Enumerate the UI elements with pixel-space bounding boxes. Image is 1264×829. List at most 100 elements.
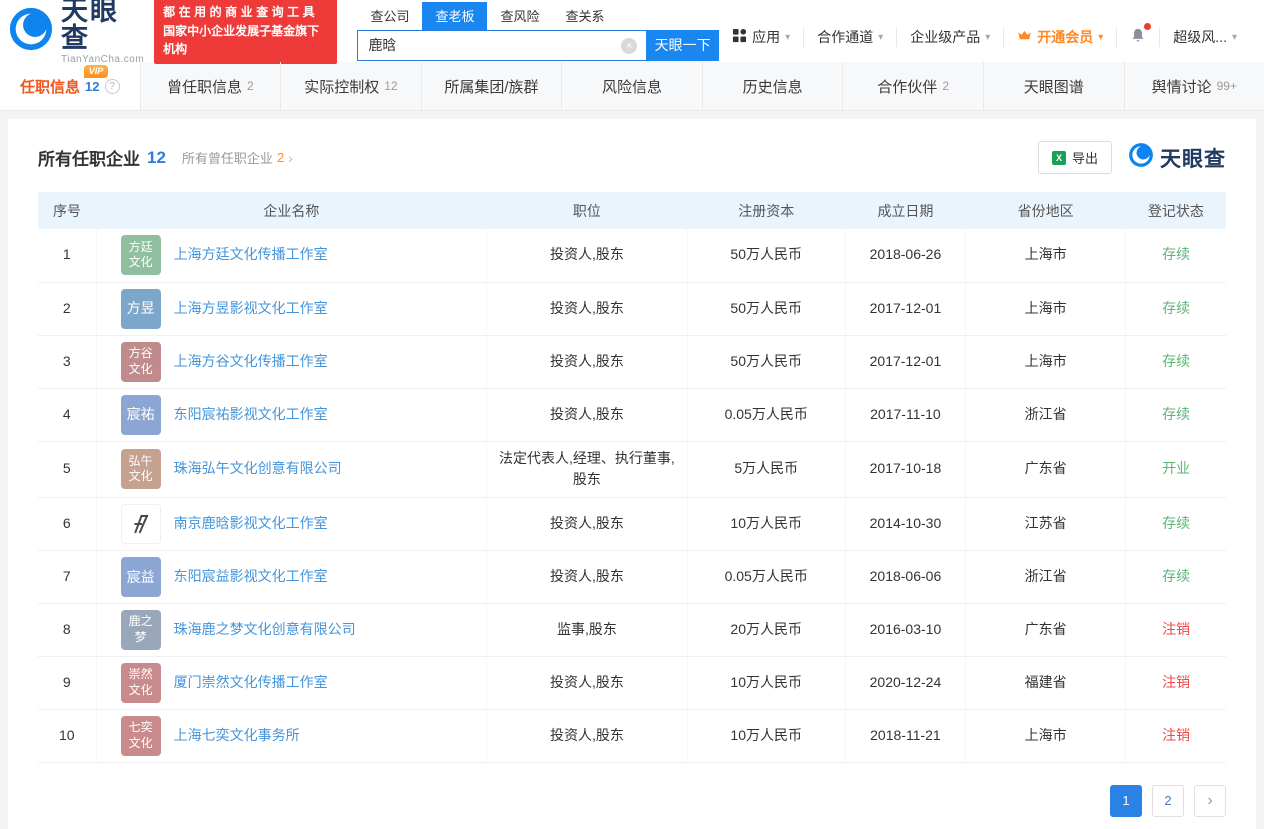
column-header: 职位 <box>486 192 688 229</box>
apps-grid-icon <box>732 28 747 46</box>
export-button[interactable]: X 导出 <box>1037 141 1112 174</box>
positions-card: 所有任职企业 12 所有曾任职企业 2 › X 导出 天眼查 序号 企业名称 职位注… <box>8 119 1256 829</box>
nav-item-label: 超级风... <box>1173 29 1227 45</box>
row-index: 4 <box>38 388 97 442</box>
notifications-bell[interactable] <box>1116 23 1159 47</box>
capital-cell: 10万人民币 <box>687 709 846 763</box>
top-nav: 应用 ▾ 合作通道 ▾ 企业级产品 ▾ 开通会员 ▾ 超级风... ▾ <box>719 23 1250 47</box>
search-tab[interactable]: 查关系 <box>552 2 617 30</box>
nav-item-label: 应用 <box>752 29 781 45</box>
company-logo: 宸祐 <box>120 394 161 435</box>
province-cell: 福建省 <box>965 656 1127 710</box>
search-tab[interactable]: 查风险 <box>487 2 552 30</box>
tab-item[interactable]: 曾任职信息 2 <box>141 62 282 110</box>
row-index: 2 <box>38 282 97 336</box>
province-cell: 广东省 <box>965 441 1127 498</box>
promo-badge: 都在用的商业查询工具 国家中小企业发展子基金旗下机构 <box>154 0 338 64</box>
company-logo: 鹿之梦 <box>120 609 161 650</box>
status-badge: 存续 <box>1162 405 1191 422</box>
company-link[interactable]: 珠海鹿之梦文化创意有限公司 <box>174 619 356 641</box>
position-cell: 投资人,股东 <box>486 282 688 336</box>
help-icon[interactable]: ? <box>104 78 120 94</box>
province-cell: 上海市 <box>965 335 1127 389</box>
position-cell: 监事,股东 <box>486 603 688 657</box>
tab-count-badge: 99+ <box>1216 79 1237 93</box>
chevron-down-icon: ▾ <box>1098 31 1104 43</box>
row-index: 10 <box>38 709 97 763</box>
tab-item[interactable]: 实际控制权 12 <box>281 62 422 110</box>
tab-item[interactable]: 所属集团/族群 <box>422 62 563 110</box>
tab-current-positions[interactable]: 任职信息 12? VIP <box>0 62 141 110</box>
tab-label: 任职信息 <box>20 78 81 96</box>
company-link[interactable]: 厦门崇然文化传播工作室 <box>174 672 328 694</box>
chevron-down-icon: ▾ <box>785 31 791 43</box>
established-date-cell: 2017-12-01 <box>845 282 967 336</box>
table-row: 10 七奕 文化 上海七奕文化事务所 投资人,股东 10万人民币 2018-11-21 上海市… <box>38 709 1226 763</box>
search-input[interactable] <box>357 29 647 61</box>
chevron-right-icon: › <box>288 149 293 166</box>
capital-cell: 50万人民币 <box>687 282 846 336</box>
tab-item[interactable]: 历史信息 <box>703 62 844 110</box>
crown-icon <box>1017 29 1032 45</box>
tab-item[interactable]: 天眼图谱 <box>984 62 1125 110</box>
table-row: 1 方廷 文化 上海方廷文化传播工作室 投资人,股东 50万人民币 2018-06-26 上海… <box>38 229 1226 283</box>
chevron-down-icon: ▾ <box>1231 31 1237 43</box>
tab-count-badge: 12 <box>384 79 398 93</box>
tab-item[interactable]: 风险信息 <box>562 62 703 110</box>
nav-item[interactable]: 合作通道 ▾ <box>803 27 896 47</box>
column-header: 登记状态 <box>1125 192 1226 229</box>
capital-cell: 20万人民币 <box>687 603 846 657</box>
table-row: 9 崇然 文化 厦门崇然文化传播工作室 投资人,股东 10万人民币 2020-12-24 福建… <box>38 656 1226 710</box>
tab-label: 合作伙伴 <box>877 78 938 96</box>
province-cell: 江苏省 <box>965 497 1127 551</box>
tab-count-badge: 2 <box>247 79 254 93</box>
company-logo: 方昱 <box>120 288 161 329</box>
next-page-button[interactable]: › <box>1194 784 1226 817</box>
company-link[interactable]: 上海方昱影视文化工作室 <box>174 298 328 320</box>
tab-item[interactable]: 舆情讨论 99+ <box>1125 62 1264 110</box>
search-button[interactable]: 天眼一下 <box>646 29 720 61</box>
page-button[interactable]: 2 <box>1152 784 1184 817</box>
company-link[interactable]: 南京鹿晗影视文化工作室 <box>174 513 328 535</box>
chevron-down-icon: ▾ <box>878 31 884 43</box>
tab-label: 舆情讨论 <box>1151 78 1212 96</box>
tab-label: 曾任职信息 <box>166 78 242 96</box>
company-link[interactable]: 东阳宸益影视文化工作室 <box>174 566 328 588</box>
nav-item[interactable]: 企业级产品 ▾ <box>896 27 1003 47</box>
company-link[interactable]: 上海方廷文化传播工作室 <box>174 244 328 266</box>
company-link[interactable]: 上海方谷文化传播工作室 <box>174 351 328 373</box>
company-link[interactable]: 上海七奕文化事务所 <box>174 725 300 747</box>
company-link[interactable]: 东阳宸祐影视文化工作室 <box>174 404 328 426</box>
clear-icon[interactable]: × <box>621 37 638 54</box>
capital-cell: 10万人民币 <box>687 497 846 551</box>
established-date-cell: 2018-06-06 <box>845 550 967 604</box>
capital-cell: 0.05万人民币 <box>687 550 846 604</box>
tab-item[interactable]: 合作伙伴 2 <box>843 62 984 110</box>
table-row: 7 宸益 东阳宸益影视文化工作室 投资人,股东 0.05万人民币 2018-06-06 浙江… <box>38 550 1226 604</box>
status-badge: 存续 <box>1162 568 1191 585</box>
tab-count-badge: 2 <box>942 79 949 93</box>
province-cell: 上海市 <box>965 229 1127 283</box>
positions-table: 序号 企业名称 职位 注册资本 成立日期 省份地区 登记状态 1 方廷 文化 上海方廷文化传播工作… <box>38 192 1226 763</box>
page-button[interactable]: 1 <box>1110 784 1142 817</box>
tab-label: 历史信息 <box>742 78 803 96</box>
established-date-cell: 2017-10-18 <box>845 441 967 498</box>
nav-item[interactable]: 开通会员 ▾ <box>1003 27 1116 47</box>
province-cell: 上海市 <box>965 282 1127 336</box>
nav-item[interactable]: 应用 ▾ <box>719 27 803 47</box>
former-positions-link[interactable]: 所有曾任职企业 2 › <box>182 148 293 167</box>
status-badge: 注销 <box>1162 621 1191 638</box>
tianyancha-swirl-icon <box>1128 142 1154 173</box>
page-tabs: 任职信息 12? VIP 曾任职信息 2 实际控制权 12 所属集团/族群 风险信息 历史信息 合作… <box>0 62 1264 111</box>
company-link[interactable]: 珠海弘午文化创意有限公司 <box>174 458 342 480</box>
search-tab[interactable]: 查老板 <box>422 1 488 30</box>
status-badge: 注销 <box>1162 674 1191 691</box>
nav-item[interactable]: 超级风... ▾ <box>1159 27 1250 47</box>
tianyancha-watermark: 天眼查 <box>1128 142 1226 173</box>
company-logo: 崇然 文化 <box>120 662 161 703</box>
status-badge: 注销 <box>1162 727 1191 744</box>
column-header: 企业名称 <box>96 192 487 229</box>
search-tab[interactable]: 查公司 <box>357 2 422 30</box>
position-cell: 投资人,股东 <box>486 656 688 710</box>
tianyancha-logo[interactable]: 天眼查 TianYanCha.com <box>8 0 144 65</box>
